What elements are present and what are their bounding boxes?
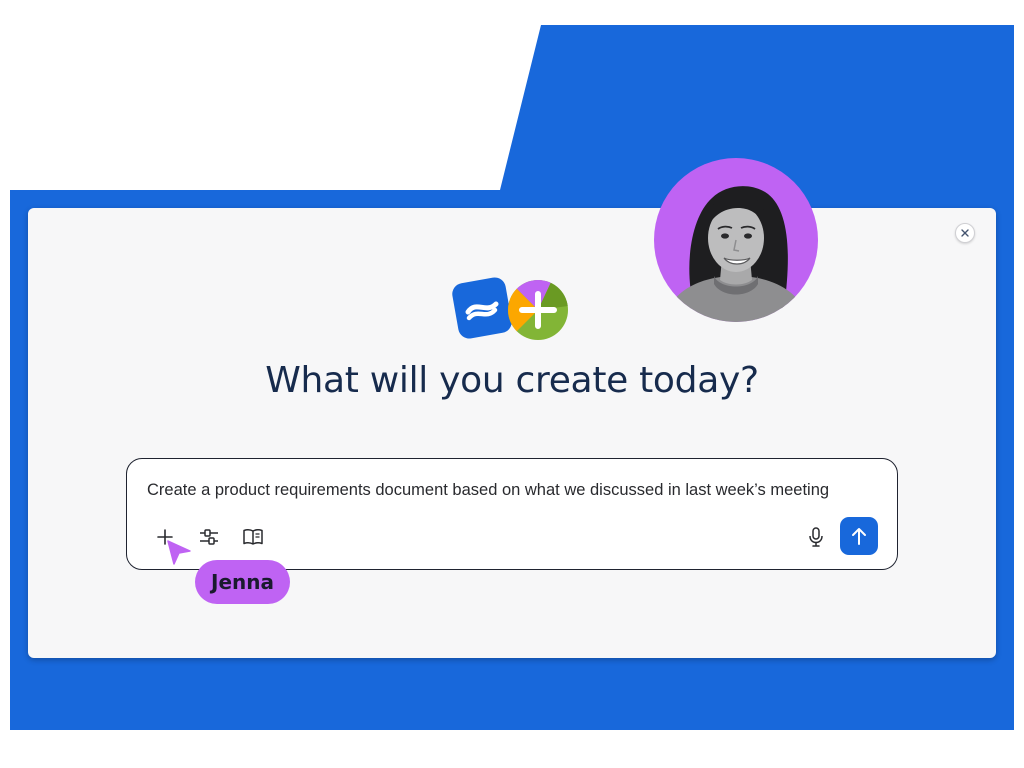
stage: What will you create today? Create a pro… bbox=[0, 0, 1024, 768]
collaborator-name-tag: Jenna bbox=[195, 560, 290, 604]
microphone-icon bbox=[809, 527, 823, 547]
prompt-input[interactable]: Create a product requirements document b… bbox=[126, 458, 898, 570]
app-logo bbox=[452, 277, 568, 340]
voice-input-button[interactable] bbox=[803, 524, 829, 550]
close-button[interactable] bbox=[955, 223, 975, 243]
person-photo-icon bbox=[662, 186, 810, 322]
arrow-up-icon bbox=[852, 528, 866, 545]
sliders-icon bbox=[200, 529, 218, 545]
collaborator-avatar bbox=[654, 158, 818, 322]
book-icon bbox=[243, 529, 263, 545]
close-icon bbox=[961, 229, 969, 237]
plus-badge-icon bbox=[508, 280, 568, 340]
settings-sliders-button[interactable] bbox=[196, 524, 222, 550]
page-title: What will you create today? bbox=[265, 360, 759, 401]
knowledge-source-button[interactable] bbox=[240, 524, 266, 550]
send-button[interactable] bbox=[840, 517, 878, 555]
prompt-text[interactable]: Create a product requirements document b… bbox=[147, 481, 887, 500]
confluence-logo-icon bbox=[452, 277, 512, 339]
pointer-cursor-icon bbox=[167, 540, 191, 565]
